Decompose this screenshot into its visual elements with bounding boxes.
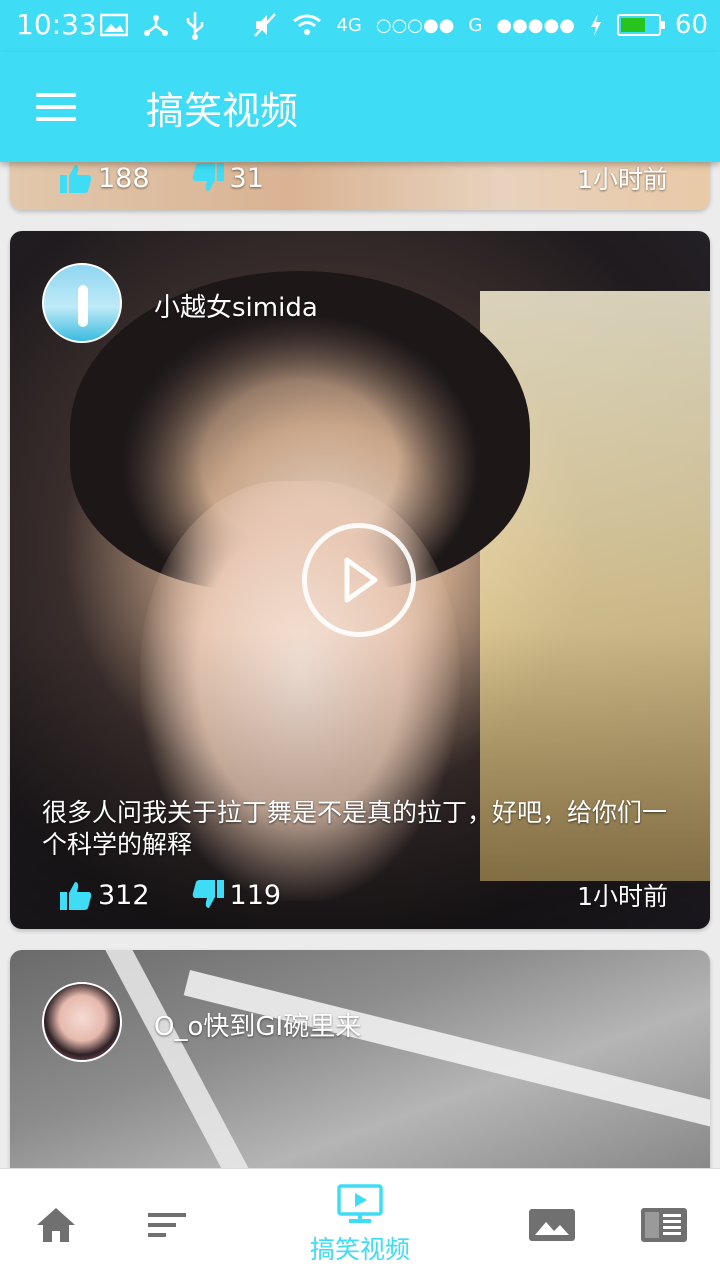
share-notification-icon	[144, 15, 168, 36]
thumb-up-icon	[60, 882, 92, 910]
thumb-down-icon	[192, 880, 224, 908]
username[interactable]: 小越女simida	[154, 287, 318, 324]
card-meta-row: 188 31 1小时前	[60, 160, 668, 196]
nav-home[interactable]	[20, 1169, 92, 1280]
menu-icon-line	[36, 105, 76, 109]
like-button[interactable]: 312	[60, 880, 150, 911]
dislike-button[interactable]: 31	[192, 163, 264, 194]
username[interactable]: O_o快到GI碗里来	[154, 1006, 361, 1043]
network-g-label: G	[468, 14, 483, 36]
card-meta-row: 312 119 1小时前	[60, 877, 668, 913]
thumb-down-icon	[192, 163, 224, 191]
like-count: 312	[98, 879, 150, 911]
thumb-up-icon	[60, 165, 92, 193]
charging-icon	[590, 14, 601, 36]
nav-funny-video[interactable]: 搞笑视频	[290, 1169, 430, 1280]
nav-list[interactable]	[130, 1169, 206, 1280]
battery-level: 60	[674, 10, 708, 40]
page-title: 搞笑视频	[146, 89, 299, 133]
usb-icon	[186, 12, 204, 40]
status-bar: 10:33 4G ○○○●● G ●●●●● 60	[0, 0, 720, 52]
video-card[interactable]: 小越女simida 很多人问我关于拉丁舞是不是真的拉丁，好吧，给你们一个科学的解…	[10, 231, 710, 929]
menu-icon-line	[36, 117, 76, 121]
dislike-button[interactable]: 119	[192, 879, 282, 911]
article-icon	[641, 1208, 687, 1242]
nav-label-active: 搞笑视频	[309, 1235, 410, 1264]
bottom-navigation: 搞笑视频	[0, 1168, 720, 1280]
signal-strength-g: ●●●●●	[496, 14, 575, 36]
like-count: 188	[98, 162, 150, 194]
menu-button[interactable]	[36, 89, 76, 125]
network-4g-label: 4G	[336, 14, 362, 36]
play-button[interactable]	[302, 523, 416, 637]
status-left-icons	[100, 10, 206, 40]
dislike-count: 31	[229, 162, 264, 194]
wifi-icon	[293, 14, 322, 35]
dislike-count: 119	[229, 879, 282, 911]
home-icon	[37, 1208, 75, 1242]
app-bar: 搞笑视频	[0, 52, 720, 162]
avatar[interactable]	[42, 263, 122, 343]
status-right-icons: 4G ○○○●● G ●●●●● 60	[252, 10, 708, 40]
post-time: 1小时前	[577, 165, 668, 194]
nav-image[interactable]	[516, 1169, 588, 1280]
video-description: 很多人问我关于拉丁舞是不是真的拉丁，好吧，给你们一个科学的解释	[42, 798, 668, 859]
image-icon	[529, 1209, 575, 1241]
mute-icon	[254, 13, 277, 37]
menu-icon-line	[36, 93, 76, 97]
like-button[interactable]: 188	[60, 163, 150, 194]
play-icon	[344, 557, 378, 603]
status-time: 10:33	[16, 8, 97, 41]
nav-article[interactable]	[628, 1169, 700, 1280]
sort-list-icon	[148, 1213, 186, 1237]
battery-icon	[616, 14, 665, 36]
video-monitor-icon	[337, 1184, 383, 1223]
avatar[interactable]	[42, 982, 122, 1062]
image-notification-icon	[100, 13, 128, 37]
video-thumbnail-detail	[183, 970, 710, 1146]
post-time: 1小时前	[577, 882, 668, 911]
signal-strength-4g: ○○○●●	[375, 14, 455, 36]
